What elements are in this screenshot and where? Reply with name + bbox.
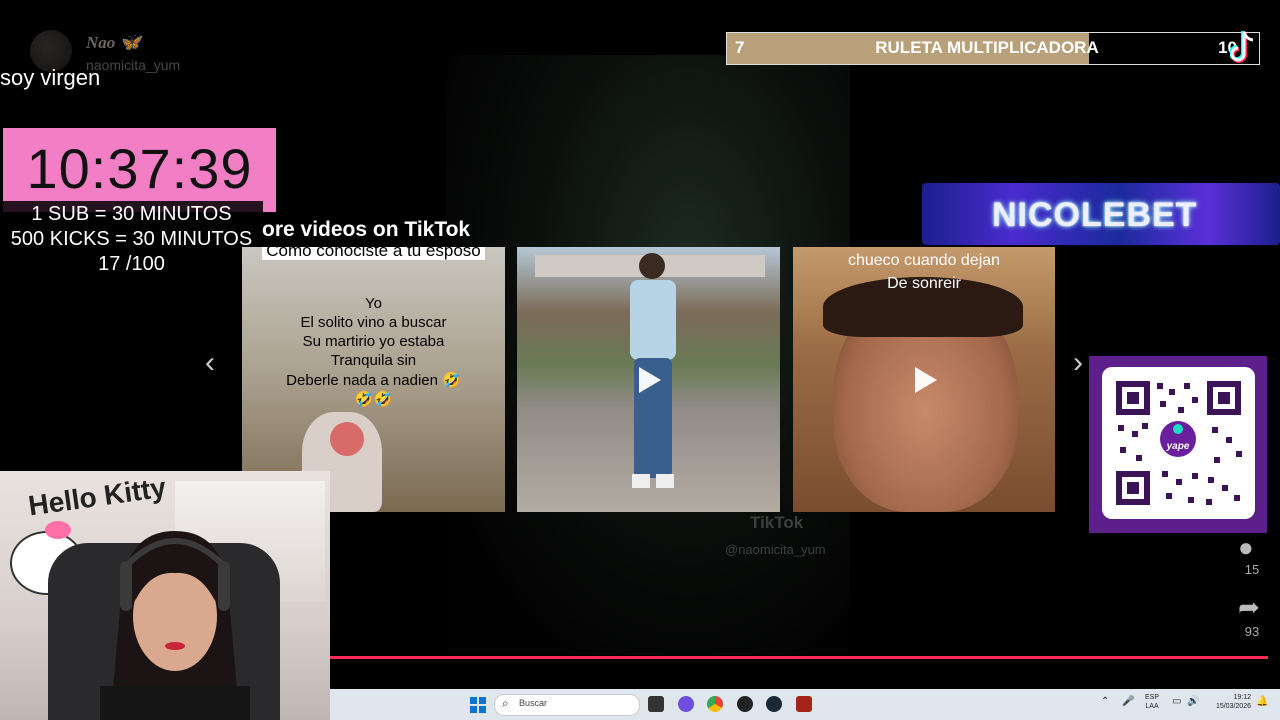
rule-counter: 17 /100 bbox=[98, 253, 165, 275]
tray-time: 19:12 bbox=[1233, 694, 1251, 701]
lang-line-2: LAA bbox=[1145, 703, 1159, 710]
sponsor-name: NICOLEBET bbox=[992, 196, 1198, 234]
uploader-name[interactable]: Nao 🦋 bbox=[86, 33, 141, 53]
more-videos-title: ore videos on TikTok bbox=[262, 218, 471, 241]
rule-sub: 1 SUB = 30 MINUTOS bbox=[31, 203, 232, 225]
video-progress-fill bbox=[330, 656, 1268, 659]
search-placeholder: Buscar bbox=[519, 698, 548, 708]
video-1-caption-line: 🤣🤣 bbox=[354, 391, 393, 408]
volume-icon[interactable]: 🔊 bbox=[1187, 696, 1199, 707]
play-icon bbox=[915, 367, 937, 393]
webcam-feed: Hello Kitty bbox=[0, 471, 330, 720]
tray-overflow-icon[interactable]: ⌃ bbox=[1101, 696, 1109, 707]
share-icon[interactable]: ➦ bbox=[1238, 592, 1260, 623]
video-3-caption-top: chueco cuando dejan bbox=[847, 252, 1001, 269]
task-view-icon[interactable] bbox=[648, 696, 664, 712]
taskbar-search-input[interactable] bbox=[494, 694, 640, 716]
hello-kitty-decal: Hello Kitty bbox=[26, 471, 168, 522]
video-1-caption-line: El solito vino a buscar bbox=[300, 314, 447, 331]
share-count: 93 bbox=[1244, 624, 1260, 639]
tiktok-watermark: TikTok bbox=[750, 513, 804, 532]
qr-brand: yape bbox=[1166, 441, 1190, 452]
windows-start-icon[interactable] bbox=[470, 697, 486, 713]
sponsor-banner[interactable]: NICOLEBET bbox=[922, 183, 1280, 245]
discord-icon[interactable] bbox=[678, 696, 694, 712]
steam-icon[interactable] bbox=[766, 696, 782, 712]
tray-clock[interactable]: 19:12 15/03/2026 bbox=[1205, 693, 1251, 711]
dota-icon[interactable] bbox=[796, 696, 812, 712]
video-1-caption-line: Su martirio yo estaba bbox=[302, 333, 445, 350]
search-icon: ⌕ bbox=[502, 696, 509, 710]
network-icon[interactable]: ▭ bbox=[1172, 696, 1181, 707]
subathon-rules: 1 SUB = 30 MINUTOS 500 KICKS = 30 MINUTO… bbox=[0, 201, 263, 275]
video-1-caption-top: Como conociste a tu esposo bbox=[242, 247, 505, 261]
video-3-caption-line: De sonreir bbox=[887, 275, 961, 292]
microphone-icon[interactable]: 🎤 bbox=[1122, 696, 1134, 707]
tray-language[interactable]: ESP LAA bbox=[1145, 693, 1159, 711]
bow-icon bbox=[45, 521, 71, 539]
video-thumbnail-3[interactable]: chueco cuando dejan De sonreir bbox=[793, 247, 1055, 512]
chrome-icon[interactable] bbox=[707, 696, 723, 712]
yape-qr-code: yape bbox=[1102, 367, 1255, 519]
video-1-caption-line: Deberle nada a nadien 🤣 bbox=[286, 372, 461, 389]
rule-kicks: 500 KICKS = 30 MINUTOS bbox=[10, 228, 253, 250]
tray-date: 15/03/2026 bbox=[1215, 703, 1251, 710]
video-thumbnail-2[interactable] bbox=[517, 247, 780, 512]
watermark-handle: @naomicita_yum bbox=[725, 542, 826, 557]
carousel-prev-icon[interactable]: ‹ bbox=[205, 346, 215, 380]
lang-line-1: ESP bbox=[1145, 694, 1160, 701]
notifications-icon[interactable]: 🔔 bbox=[1256, 696, 1268, 707]
video-1-caption-line: Yo bbox=[365, 295, 382, 312]
streamer bbox=[100, 531, 250, 720]
ruleta-bar: 7 RULETA MULTIPLICADORA 10 bbox=[726, 32, 1260, 65]
obs-icon[interactable] bbox=[737, 696, 753, 712]
timer-text: 10:37:39 bbox=[26, 137, 253, 200]
carousel-next-icon[interactable]: › bbox=[1073, 346, 1083, 380]
overlay-message: soy virgen bbox=[0, 65, 101, 90]
video-1-caption-line: Tranquila sin bbox=[330, 352, 417, 369]
play-icon bbox=[639, 367, 661, 393]
monkey-face bbox=[330, 422, 364, 456]
ruleta-title: RULETA MULTIPLICADORA bbox=[875, 38, 1099, 57]
comment-count: 15 bbox=[1244, 562, 1260, 577]
qr-code-icon: yape bbox=[1116, 381, 1242, 505]
comment-icon[interactable]: ● bbox=[1238, 532, 1254, 563]
tiktok-logo-icon bbox=[1230, 31, 1254, 63]
